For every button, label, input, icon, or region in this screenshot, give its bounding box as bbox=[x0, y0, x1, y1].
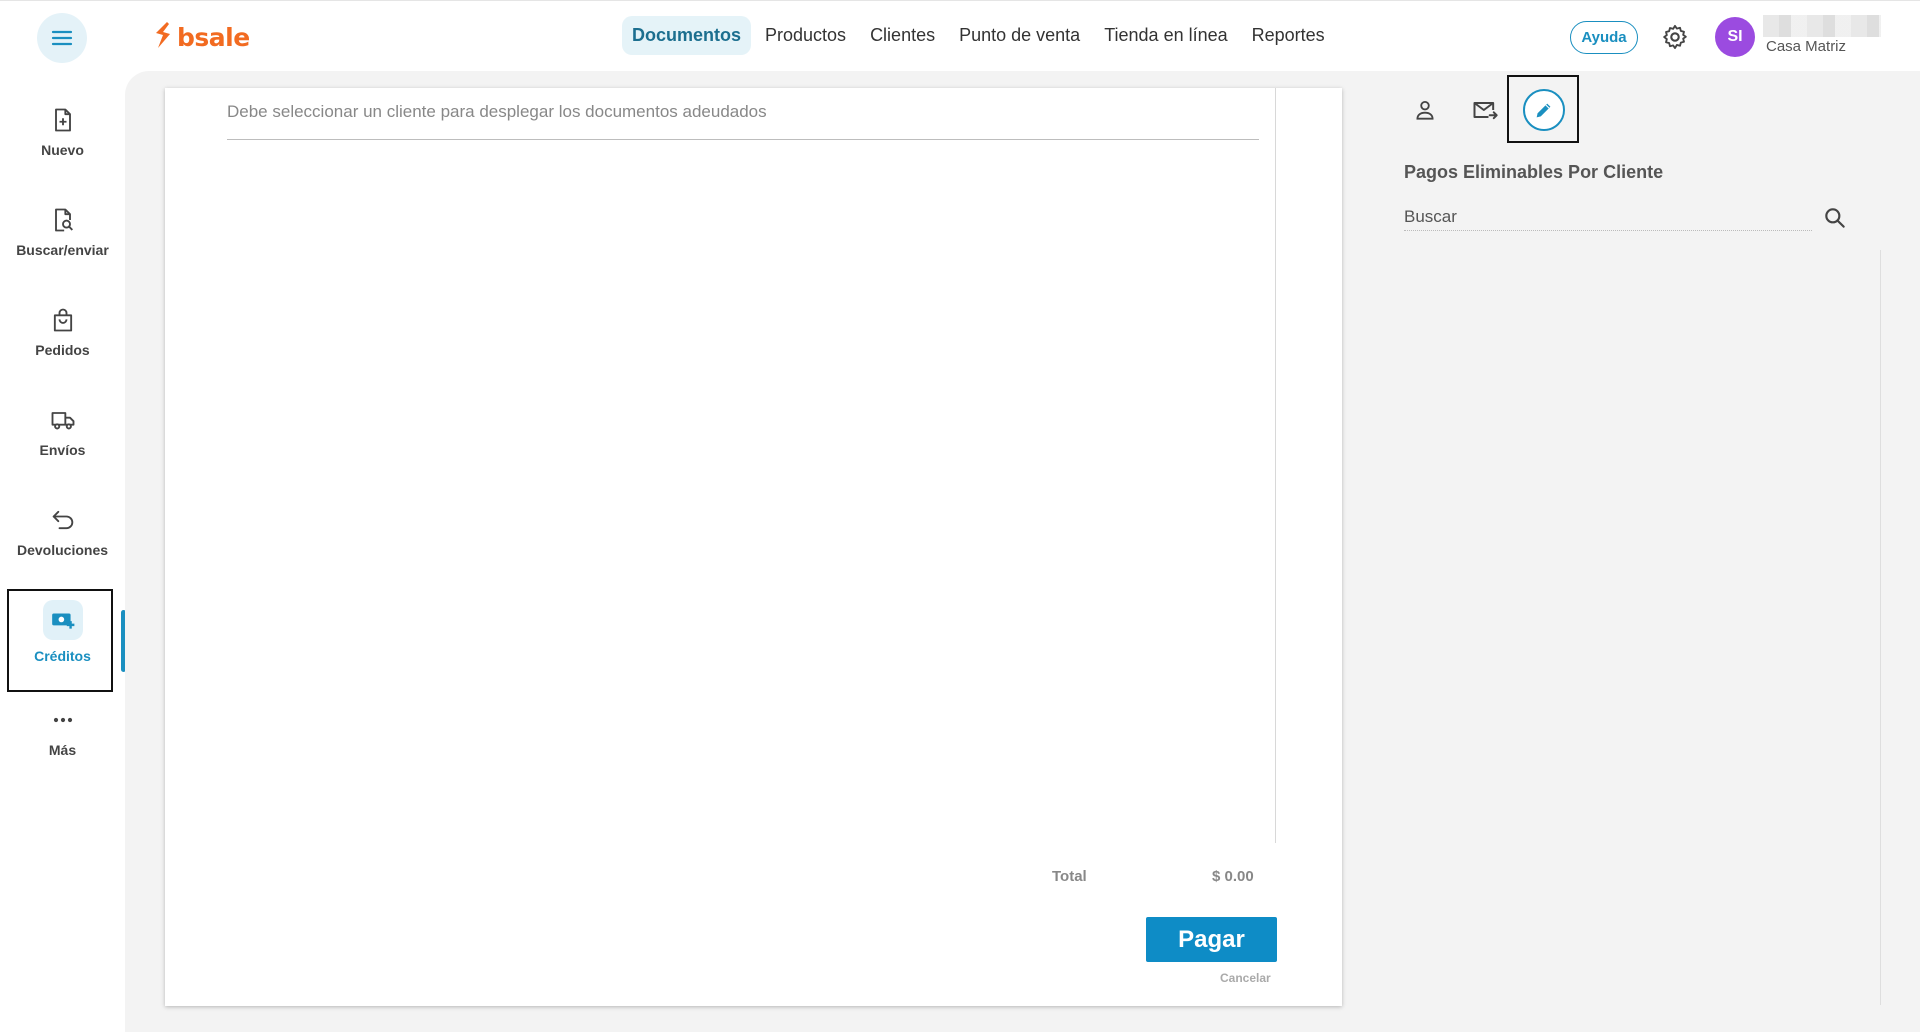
client-tab-button[interactable] bbox=[1408, 93, 1442, 127]
send-mail-tab-button[interactable] bbox=[1468, 93, 1502, 127]
card-divider bbox=[1275, 88, 1276, 843]
avatar[interactable]: SI bbox=[1715, 17, 1755, 57]
sidebar-item-label: Nuevo bbox=[41, 142, 84, 158]
sidebar-item-label: Más bbox=[48, 742, 77, 758]
top-navigation: Documentos Productos Clientes Punto de v… bbox=[622, 16, 1339, 55]
sidebar-item-buscar-enviar[interactable]: Buscar/enviar bbox=[0, 184, 125, 280]
nav-reportes[interactable]: Reportes bbox=[1242, 16, 1335, 55]
pay-button[interactable]: Pagar bbox=[1146, 917, 1277, 962]
gear-icon[interactable] bbox=[1661, 23, 1689, 51]
sidebar-item-label: Envíos bbox=[39, 442, 86, 458]
sidebar-item-pedidos[interactable]: Pedidos bbox=[0, 284, 125, 380]
select-client-message: Debe seleccionar un cliente para despleg… bbox=[227, 102, 1259, 140]
user-name-blurred[interactable] bbox=[1763, 15, 1881, 37]
cancel-link[interactable]: Cancelar bbox=[1220, 971, 1271, 985]
sidebar-item-label: Devoluciones bbox=[16, 542, 109, 558]
sidebar-item-devoluciones[interactable]: Devoluciones bbox=[0, 484, 125, 580]
debt-documents-card bbox=[165, 88, 1342, 1006]
brand-logo[interactable]: bsale bbox=[153, 21, 250, 53]
total-value: $ 0.00 bbox=[1212, 868, 1254, 885]
sidebar-item-label: Pedidos bbox=[35, 342, 90, 358]
sidebar-item-nuevo[interactable]: Nuevo bbox=[0, 84, 125, 180]
sidebar-item-envios[interactable]: Envíos bbox=[0, 384, 125, 480]
brand-wordmark: bsale bbox=[177, 22, 250, 52]
bag-icon bbox=[53, 308, 72, 332]
pencil-icon bbox=[1536, 103, 1551, 118]
user-icon bbox=[1416, 100, 1434, 120]
sidebar: Nuevo Buscar/enviar Pedidos Envíos Devol… bbox=[0, 71, 125, 1032]
sidebar-item-label: Buscar/enviar bbox=[16, 242, 109, 258]
search-icon[interactable] bbox=[1822, 205, 1848, 231]
menu-icon bbox=[51, 30, 73, 46]
truck-icon bbox=[51, 412, 74, 430]
nav-tienda-en-linea[interactable]: Tienda en línea bbox=[1094, 16, 1237, 55]
sidebar-focus-outline bbox=[7, 589, 113, 692]
right-panel-divider bbox=[1880, 250, 1881, 1005]
more-dots-icon bbox=[53, 717, 72, 723]
nav-documentos[interactable]: Documentos bbox=[622, 16, 752, 55]
total-label: Total bbox=[1052, 868, 1087, 885]
search-input[interactable] bbox=[1404, 203, 1812, 231]
undo-arrow-icon bbox=[52, 510, 73, 530]
edit-payments-tab-button[interactable] bbox=[1523, 89, 1565, 131]
panel-title: Pagos Eliminables Por Cliente bbox=[1404, 162, 1664, 182]
mail-send-icon bbox=[1473, 102, 1498, 120]
nav-punto-de-venta[interactable]: Punto de venta bbox=[949, 16, 1090, 55]
branch-label[interactable]: Casa Matriz bbox=[1766, 38, 1846, 55]
file-plus-icon bbox=[54, 108, 71, 132]
nav-clientes[interactable]: Clientes bbox=[860, 16, 945, 55]
top-bar: bsale Documentos Productos Clientes Punt… bbox=[0, 0, 1920, 71]
help-button[interactable]: Ayuda bbox=[1570, 21, 1638, 54]
file-search-icon bbox=[54, 208, 73, 232]
bsale-logo-icon bbox=[153, 21, 173, 54]
sidebar-item-mas[interactable]: Más bbox=[0, 684, 125, 780]
hamburger-menu-button[interactable] bbox=[37, 13, 87, 63]
nav-productos[interactable]: Productos bbox=[755, 16, 856, 55]
